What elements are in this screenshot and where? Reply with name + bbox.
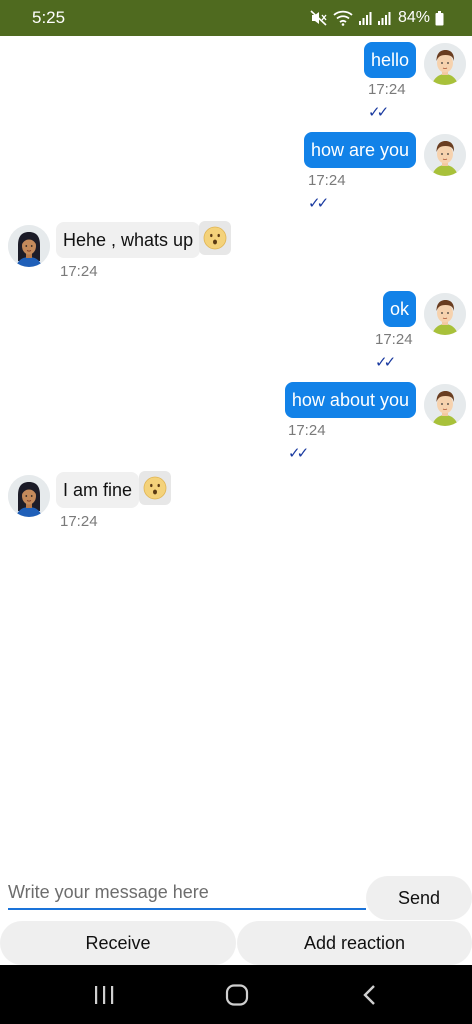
- status-bar: 5:25 84%: [0, 0, 472, 36]
- female-avatar-icon: [8, 225, 50, 267]
- status-icons: 84%: [310, 9, 444, 27]
- read-ticks-icon: ✓✓: [288, 444, 309, 462]
- message-time: 17:24: [368, 81, 406, 98]
- outgoing-message[interactable]: how about you: [284, 382, 416, 418]
- read-ticks-icon: ✓✓: [368, 103, 389, 121]
- outgoing-message[interactable]: how are you: [303, 132, 416, 168]
- surprised-face-icon: [199, 221, 231, 255]
- female-avatar-icon: [8, 475, 50, 517]
- male-avatar-icon: [424, 293, 466, 335]
- message-time: 17:24: [308, 172, 346, 189]
- message-time: 17:24: [375, 331, 413, 348]
- male-avatar-icon: [424, 134, 466, 176]
- message-time: 17:24: [60, 263, 98, 280]
- read-ticks-icon: ✓✓: [375, 353, 396, 371]
- chat-messages[interactable]: hello 17:24 ✓✓ how are you 17:24 ✓✓ Hehe…: [0, 36, 472, 866]
- back-icon[interactable]: [350, 979, 390, 1011]
- outgoing-message[interactable]: hello: [363, 42, 416, 78]
- recent-apps-icon[interactable]: [84, 979, 124, 1011]
- incoming-message[interactable]: Hehe , whats up: [56, 222, 201, 258]
- outgoing-message[interactable]: ok: [382, 291, 416, 327]
- male-avatar-icon: [424, 43, 466, 85]
- message-time: 17:24: [288, 422, 326, 439]
- male-avatar-icon: [424, 384, 466, 426]
- battery-icon: [435, 10, 444, 26]
- home-icon[interactable]: [217, 979, 257, 1011]
- signal-icon: [377, 11, 391, 25]
- receive-button[interactable]: Receive: [0, 921, 236, 965]
- action-buttons: Receive Add reaction: [0, 921, 472, 965]
- message-time: 17:24: [60, 513, 98, 530]
- incoming-message[interactable]: I am fine: [56, 472, 140, 508]
- send-button[interactable]: Send: [366, 876, 472, 920]
- mute-icon: [310, 10, 328, 26]
- status-time: 5:25: [32, 8, 66, 27]
- message-input[interactable]: [8, 876, 366, 910]
- surprised-face-icon: [139, 471, 171, 505]
- battery-percent: 84%: [397, 9, 430, 26]
- composer: Send: [0, 868, 472, 920]
- wifi-icon: [333, 10, 353, 26]
- read-ticks-icon: ✓✓: [308, 194, 329, 212]
- add-reaction-button[interactable]: Add reaction: [237, 921, 472, 965]
- signal-icon: [358, 11, 372, 25]
- navigation-bar: [0, 965, 472, 1024]
